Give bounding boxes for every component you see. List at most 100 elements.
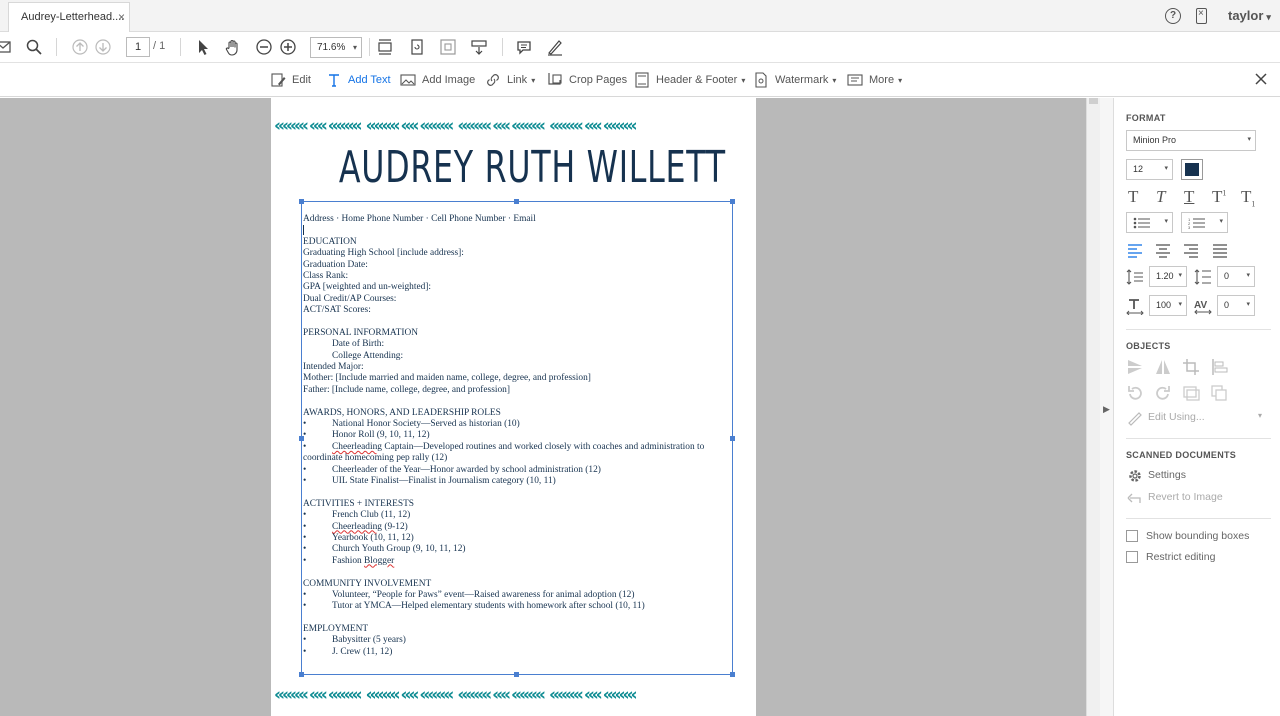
font-family-dropdown[interactable]: Minion Pro ▾ [1126,130,1256,151]
bold-icon[interactable]: T [1128,187,1138,207]
character-spacing-value: 0 [1224,300,1230,310]
spellcheck-word: Cheerleading [332,521,382,532]
select-tool-icon[interactable] [194,38,212,56]
resize-handle[interactable] [730,672,735,677]
italic-icon[interactable]: T [1156,187,1165,207]
flip-vertical-icon[interactable] [1126,358,1144,376]
line-spacing-icon [1126,268,1144,286]
vertical-scrollbar[interactable] [1086,98,1100,716]
user-caret-icon: ▾ [1266,12,1271,22]
scrollbar-thumb[interactable] [1089,98,1098,104]
next-page-icon[interactable] [94,38,112,56]
line-spacing-dropdown[interactable]: 1.20 ▾ [1149,266,1187,287]
crop-pages-tool[interactable]: Crop Pages [547,72,627,88]
edit-tool[interactable]: Edit [270,72,311,88]
previous-page-icon[interactable] [71,38,89,56]
help-icon[interactable]: ? [1165,8,1181,24]
edit-using-label[interactable]: Edit Using... [1148,411,1205,423]
rotate-view-icon[interactable] [408,38,426,56]
restrict-editing-checkbox[interactable] [1126,551,1138,563]
close-tab-icon[interactable]: × [118,10,125,24]
flip-horizontal-icon[interactable] [1154,358,1172,376]
resize-handle[interactable] [730,199,735,204]
scanned-settings-link[interactable]: Settings [1148,469,1186,481]
user-menu[interactable]: taylor ▾ [1228,8,1271,23]
link-tool[interactable]: Link ▾ [485,72,535,88]
header-footer-tool-label: Header & Footer [656,74,738,86]
fit-page-icon[interactable] [439,38,457,56]
header-footer-icon [635,72,649,88]
revert-to-image-link[interactable]: Revert to Image [1148,491,1223,503]
underline-icon[interactable]: T [1184,187,1194,207]
chevron-down-icon: ▾ [1178,301,1182,308]
bullet-item: Church Youth Group (9, 10, 11, 12) [303,544,733,556]
resize-handle[interactable] [299,199,304,204]
bullet-item: Babysitter (5 years) [303,635,733,647]
bullet-item: Yearbook (10, 11, 12) [303,533,733,545]
gear-icon[interactable] [1126,467,1144,485]
superscript-icon[interactable]: T1 [1212,187,1226,207]
zoom-value: 71.6% [317,42,346,53]
scroll-mode-icon[interactable] [376,38,394,56]
mobile-link-icon[interactable] [1196,8,1207,24]
resize-handle[interactable] [514,199,519,204]
chevron-right-icon[interactable]: ▶ [1103,404,1110,415]
align-objects-icon[interactable] [1211,358,1229,376]
crop-icon[interactable] [1182,358,1200,376]
zoom-out-icon[interactable] [255,38,273,56]
font-color-picker[interactable] [1181,159,1203,180]
add-image-tool[interactable]: Add Image [400,72,475,88]
horizontal-scale-dropdown[interactable]: 100 ▾ [1149,295,1187,316]
font-size-value: 12 [1133,164,1144,174]
hand-tool-icon[interactable] [224,38,242,56]
show-bounding-boxes-label: Show bounding boxes [1146,530,1250,542]
align-right-icon[interactable] [1182,241,1200,259]
revert-icon[interactable] [1126,489,1144,507]
numbered-list-dropdown[interactable]: 123 ▾ [1181,212,1228,233]
align-center-icon[interactable] [1154,241,1172,259]
watermark-tool[interactable]: Watermark ▾ [753,72,836,88]
add-text-icon [329,74,339,87]
resize-handle[interactable] [514,672,519,677]
objects-section-title: OBJECTS [1126,341,1171,351]
fill-sign-icon[interactable] [546,38,564,56]
text-line: Class Rank: [303,270,349,281]
comment-icon[interactable] [515,38,533,56]
document-title[interactable]: AUDREY RUTH WILLETT [339,142,725,193]
show-bounding-boxes-checkbox[interactable] [1126,530,1138,542]
email-icon[interactable] [0,38,12,56]
zoom-in-icon[interactable] [279,38,297,56]
close-icon[interactable] [1254,72,1268,86]
panel-collapse-strip[interactable]: ▶ [1100,98,1114,716]
character-spacing-dropdown[interactable]: 0 ▾ [1217,295,1255,316]
toolbar-divider [369,38,370,56]
document-tab[interactable]: Audrey-Letterhead.... × [8,2,130,32]
rotate-left-icon[interactable] [1126,384,1144,402]
text-line: ACT/SAT Scores: [303,305,371,316]
add-text-tool[interactable]: Add Text [326,72,391,88]
search-icon[interactable] [25,38,43,56]
read-mode-icon[interactable] [470,38,488,56]
arrange-objects-icon[interactable] [1211,384,1229,402]
bullet-list-dropdown[interactable]: ▾ [1126,212,1173,233]
bullet-item: J. Crew (11, 12) [303,647,733,659]
resize-handle[interactable] [299,672,304,677]
toolbar-divider [502,38,503,56]
numbered-list-icon: 123 [1188,217,1205,230]
chevron-down-icon: ▾ [1164,165,1168,172]
font-size-dropdown[interactable]: 12 ▾ [1126,159,1173,180]
replace-image-icon[interactable] [1182,384,1200,402]
edit-tool-label: Edit [292,74,311,86]
text-cursor [303,225,733,236]
page-number-input[interactable]: 1 [126,37,150,57]
align-left-icon[interactable] [1126,241,1144,259]
header-footer-tool[interactable]: Header & Footer ▾ [634,72,745,88]
paragraph-spacing-dropdown[interactable]: 0 ▾ [1217,266,1255,287]
subscript-icon[interactable]: T1 [1241,187,1255,208]
align-justify-icon[interactable] [1211,241,1229,259]
bullet-item: Cheerleading Captain—Developed routines … [303,442,733,454]
more-tools[interactable]: More ▾ [847,72,902,88]
resume-body-text[interactable]: Address · Home Phone Number · Cell Phone… [303,214,733,659]
rotate-right-icon[interactable] [1154,384,1172,402]
zoom-dropdown[interactable]: 71.6% ▾ [310,37,362,58]
